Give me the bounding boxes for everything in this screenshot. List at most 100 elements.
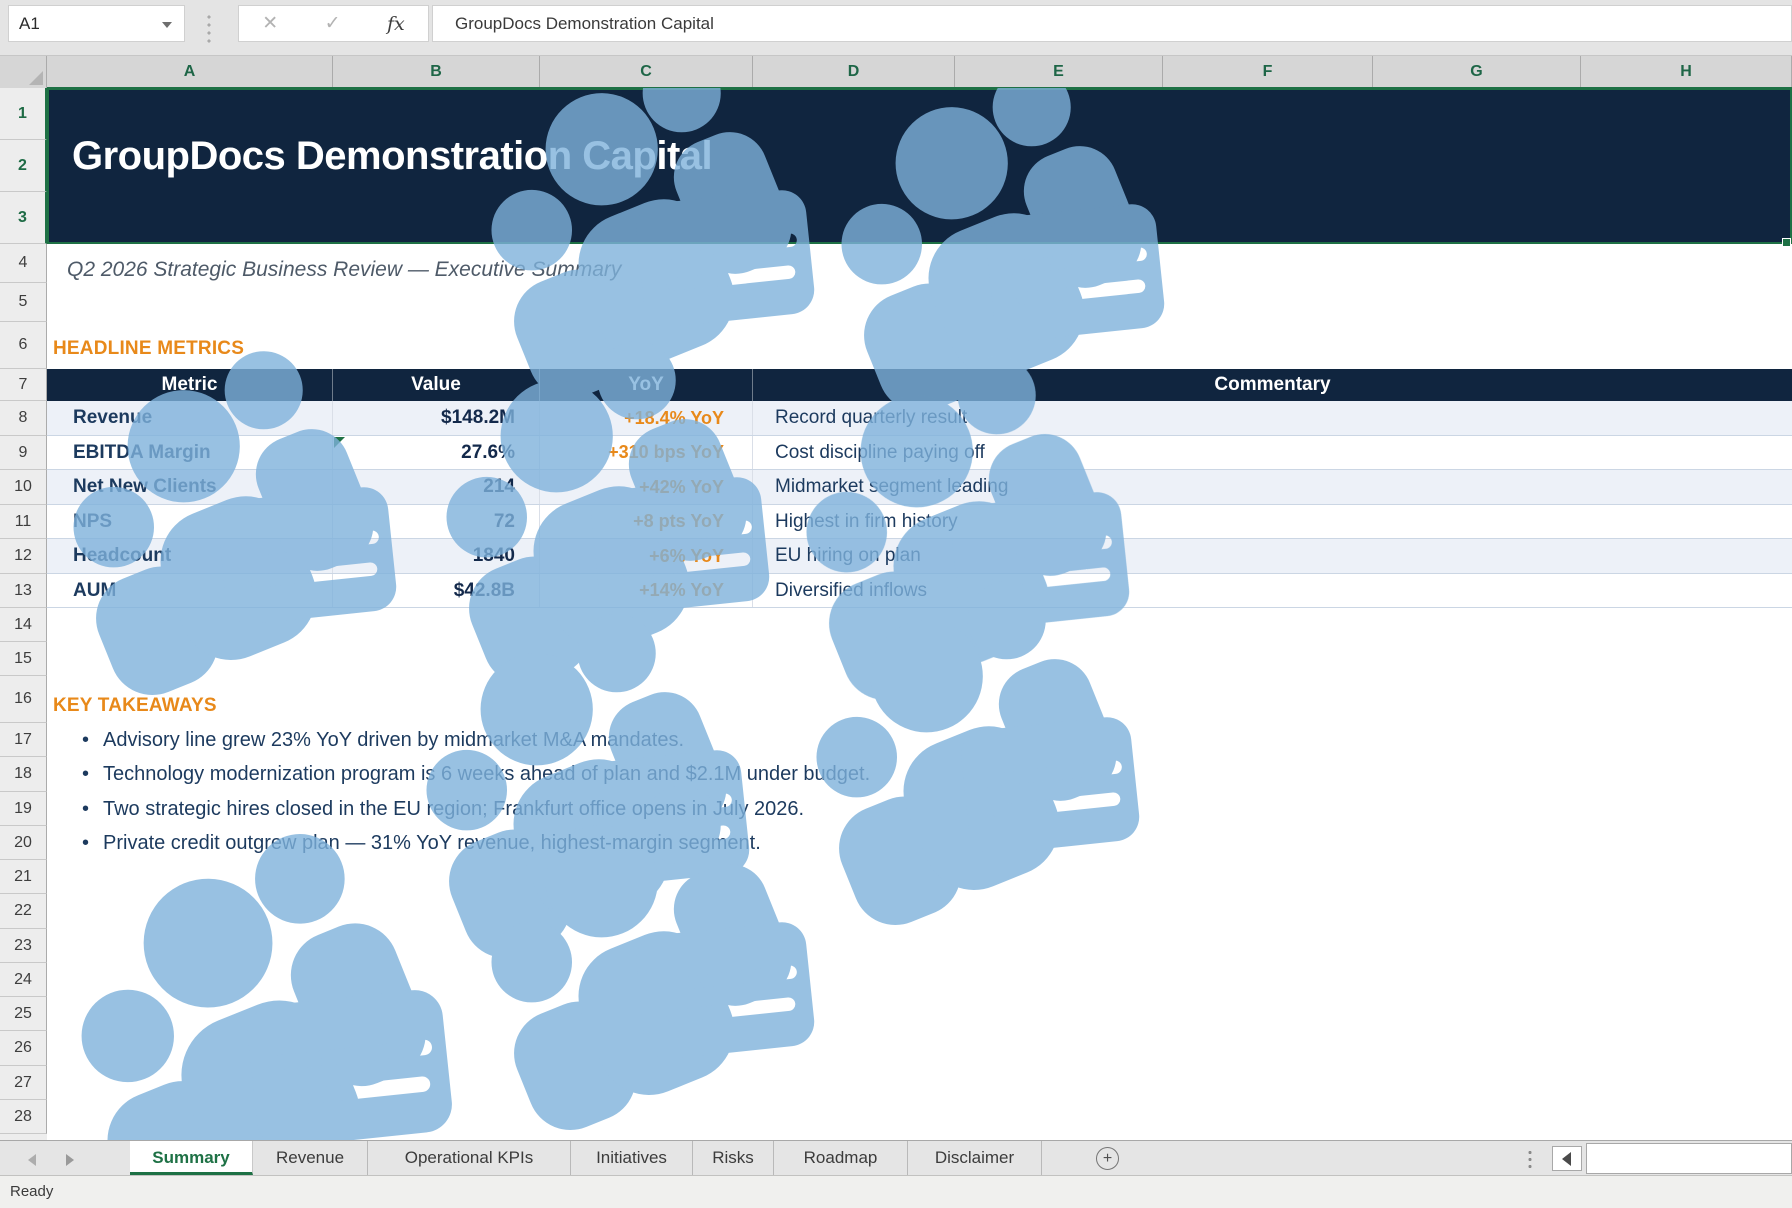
row-header-6[interactable]: 6 xyxy=(0,322,47,369)
tab-scroll-right-icon[interactable] xyxy=(66,1154,74,1166)
row-header-21[interactable]: 21 xyxy=(0,860,47,894)
insert-function-icon[interactable]: fx xyxy=(387,13,405,35)
table-header-yoy: YoY xyxy=(540,369,753,401)
table-row[interactable]: NPS72+8 pts YoYHighest in firm history xyxy=(47,505,1792,539)
table-row[interactable]: Revenue$148.2M+18.4% YoYRecord quarterly… xyxy=(47,401,1792,436)
value-cell[interactable]: $42.8B xyxy=(333,574,540,607)
row-header-13[interactable]: 13 xyxy=(0,574,47,608)
row-header-12[interactable]: 12 xyxy=(0,539,47,574)
tab-risks[interactable]: Risks xyxy=(693,1141,774,1175)
commentary-cell[interactable]: Midmarket segment leading xyxy=(753,470,1792,504)
row-header-15[interactable]: 15 xyxy=(0,642,47,676)
add-sheet-button[interactable]: + xyxy=(1096,1147,1119,1170)
column-header-F[interactable]: F xyxy=(1163,56,1373,87)
row-header-24[interactable]: 24 xyxy=(0,963,47,997)
row-header-10[interactable]: 10 xyxy=(0,470,47,505)
name-box-dropdown-icon[interactable] xyxy=(162,22,172,28)
row-header-27[interactable]: 27 xyxy=(0,1066,47,1100)
tab-roadmap[interactable]: Roadmap xyxy=(774,1141,908,1175)
tab-summary[interactable]: Summary xyxy=(130,1141,253,1175)
yoy-cell[interactable]: +14% YoY xyxy=(540,574,753,607)
value-cell[interactable]: 1840 xyxy=(333,539,540,573)
yoy-cell[interactable]: +6% YoY xyxy=(540,539,753,573)
column-header-C[interactable]: C xyxy=(540,56,753,87)
table-row[interactable]: Headcount1840+6% YoYEU hiring on plan xyxy=(47,539,1792,574)
tabbar-splitter-icon[interactable] xyxy=(1528,1149,1532,1169)
row-header-19[interactable]: 19 xyxy=(0,792,47,826)
commentary-cell[interactable]: Record quarterly result xyxy=(753,401,1792,435)
sheet-tab-bar: SummaryRevenueOperational KPIsInitiative… xyxy=(0,1140,1792,1175)
row-header-22[interactable]: 22 xyxy=(0,894,47,929)
headline-metrics-label: HEADLINE METRICS xyxy=(53,338,244,360)
row-header-4[interactable]: 4 xyxy=(0,244,47,283)
row-header-11[interactable]: 11 xyxy=(0,505,47,539)
metric-cell[interactable]: AUM xyxy=(47,574,333,607)
tab-scroll-left-icon[interactable] xyxy=(28,1154,36,1166)
hscroll-left-arrow-icon xyxy=(1562,1152,1571,1166)
column-header-G[interactable]: G xyxy=(1373,56,1581,87)
list-item: •Private credit outgrew plan — 31% YoY r… xyxy=(47,826,1792,860)
status-text: Ready xyxy=(10,1176,53,1207)
yoy-cell[interactable]: +310 bps YoY xyxy=(540,436,753,469)
row-header-8[interactable]: 8 xyxy=(0,401,47,436)
table-row[interactable]: AUM$42.8B+14% YoYDiversified inflows xyxy=(47,574,1792,608)
value-cell[interactable]: $148.2M xyxy=(333,401,540,435)
column-header-A[interactable]: A xyxy=(47,56,333,87)
name-box[interactable]: A1 xyxy=(8,5,185,42)
cancel-icon[interactable]: ✕ xyxy=(262,12,278,35)
metric-cell[interactable]: NPS xyxy=(47,505,333,538)
row-header-17[interactable]: 17 xyxy=(0,723,47,757)
column-header-E[interactable]: E xyxy=(955,56,1163,87)
enter-icon[interactable]: ✓ xyxy=(325,12,341,35)
formula-bar[interactable]: GroupDocs Demonstration Capital xyxy=(432,5,1792,42)
commentary-cell[interactable]: Highest in firm history xyxy=(753,505,1792,538)
commentary-cell[interactable]: EU hiring on plan xyxy=(753,539,1792,573)
metric-cell[interactable]: Net New Clients xyxy=(47,470,333,504)
value-cell[interactable]: 27.6% xyxy=(333,436,540,469)
horizontal-scrollbar[interactable] xyxy=(1586,1143,1792,1174)
commentary-cell[interactable]: Cost discipline paying off xyxy=(753,436,1792,469)
hscroll-left-button[interactable] xyxy=(1552,1146,1582,1171)
row-header-1[interactable]: 1 xyxy=(0,88,47,140)
takeaway-text: Technology modernization program is 6 we… xyxy=(103,757,870,792)
tab-disclaimer[interactable]: Disclaimer xyxy=(908,1141,1042,1175)
value-cell[interactable]: 72 xyxy=(333,505,540,538)
row-header-9[interactable]: 9 xyxy=(0,436,47,470)
metric-cell[interactable]: Revenue xyxy=(47,401,333,435)
yoy-cell[interactable]: +8 pts YoY xyxy=(540,505,753,538)
table-row[interactable]: Net New Clients214+42% YoYMidmarket segm… xyxy=(47,470,1792,505)
tab-operational-kpis[interactable]: Operational KPIs xyxy=(368,1141,571,1175)
row-header-16[interactable]: 16 xyxy=(0,676,47,723)
tab-initiatives[interactable]: Initiatives xyxy=(571,1141,693,1175)
takeaway-text: Private credit outgrew plan — 31% YoY re… xyxy=(103,826,761,860)
worksheet-grid[interactable]: GroupDocs Demonstration Capital Q2 2026 … xyxy=(47,88,1792,1140)
tab-revenue[interactable]: Revenue xyxy=(253,1141,368,1175)
column-header-D[interactable]: D xyxy=(753,56,955,87)
fill-handle[interactable] xyxy=(1782,238,1791,247)
yoy-cell[interactable]: +42% YoY xyxy=(540,470,753,504)
row-header-2[interactable]: 2 xyxy=(0,140,47,192)
commentary-cell[interactable]: Diversified inflows xyxy=(753,574,1792,607)
row-header-5[interactable]: 5 xyxy=(0,283,47,322)
row-header-14[interactable]: 14 xyxy=(0,608,47,642)
row-header-3[interactable]: 3 xyxy=(0,192,47,244)
row-header-26[interactable]: 26 xyxy=(0,1031,47,1066)
table-row[interactable]: EBITDA Margin27.6%+310 bps YoYCost disci… xyxy=(47,436,1792,470)
value-cell[interactable]: 214 xyxy=(333,470,540,504)
metric-cell[interactable]: EBITDA Margin xyxy=(47,436,333,469)
row-header-28[interactable]: 28 xyxy=(0,1100,47,1134)
selection-border xyxy=(47,88,1792,244)
select-all-button[interactable] xyxy=(0,56,47,89)
row-header-18[interactable]: 18 xyxy=(0,757,47,792)
formula-bar-grip[interactable] xyxy=(207,13,211,43)
row-header-25[interactable]: 25 xyxy=(0,997,47,1031)
yoy-cell[interactable]: +18.4% YoY xyxy=(540,401,753,435)
bullet-icon: • xyxy=(82,757,89,792)
column-header-B[interactable]: B xyxy=(333,56,540,87)
row-header-23[interactable]: 23 xyxy=(0,929,47,963)
takeaway-text: Advisory line grew 23% YoY driven by mid… xyxy=(103,723,684,757)
row-header-7[interactable]: 7 xyxy=(0,369,47,401)
metric-cell[interactable]: Headcount xyxy=(47,539,333,573)
row-header-20[interactable]: 20 xyxy=(0,826,47,860)
column-header-H[interactable]: H xyxy=(1581,56,1792,87)
